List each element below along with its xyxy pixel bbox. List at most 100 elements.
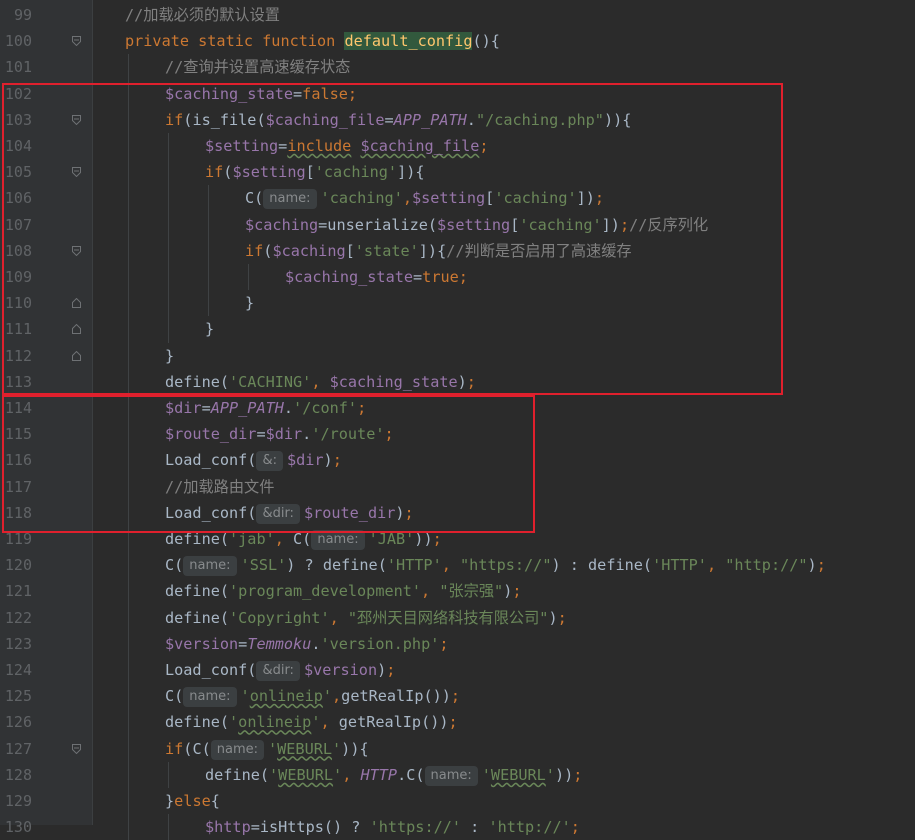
code-token: =isHttps() ? (250, 818, 370, 837)
code-token: ; (512, 582, 522, 601)
code-line[interactable]: 124 Load_conf(&dir: $version); (0, 657, 915, 683)
parameter-hint: name: (183, 687, 237, 708)
code-token: Load_conf( (165, 661, 257, 679)
code-line[interactable]: 99 //加载必须的默认设置 (0, 2, 915, 28)
code-token: )) (554, 765, 574, 784)
code-token: 'HTTP' (652, 556, 707, 575)
parameter-hint: name: (183, 556, 237, 577)
annotation-box-route (2, 395, 535, 533)
code-line[interactable]: 129}else{ (0, 788, 915, 814)
code-token: $version (165, 634, 239, 653)
code-token: onlineip (238, 713, 312, 732)
code-token: WEBURL (277, 739, 333, 758)
parameter-hint: name: (424, 765, 478, 786)
code-token: WEBURL (490, 765, 546, 784)
code-token: 'http://' (488, 818, 571, 837)
code-token: ; (450, 687, 461, 706)
line-number: 129 (4, 792, 32, 810)
code-line[interactable]: 121 define('program_development', "张宗强"); (0, 578, 915, 604)
code-token: 'program_development' (229, 582, 422, 601)
code-token: ; (570, 818, 580, 837)
annotation-box-caching (2, 83, 783, 395)
code-token: define( (205, 765, 270, 784)
code-token: 'HTTP' (386, 556, 442, 575)
code-token: "张宗强" (439, 582, 504, 601)
code-token: define( (165, 582, 230, 601)
code-token: getRealIp()) (341, 687, 451, 706)
code-line[interactable]: 123 $version=Temmoku.'version.php'; (0, 631, 915, 657)
code-token: ' (481, 765, 491, 784)
code-text: if(C(name: 'WEBURL')){ (165, 736, 369, 762)
code-token: (C( (183, 739, 211, 758)
code-text: private static function default_config()… (125, 28, 500, 54)
code-token: ) (503, 582, 513, 601)
code-token: ' (545, 765, 555, 784)
line-number: 124 (4, 661, 32, 679)
code-token: = (238, 634, 248, 653)
parameter-hint: &dir: (256, 661, 300, 681)
code-token: onlineip (249, 687, 323, 706)
code-token: define( (165, 713, 230, 732)
code-text: $http=isHttps() ? 'https://' : 'http://'… (205, 814, 580, 840)
code-token: { (210, 792, 220, 810)
code-text: //查询并设置高速缓存状态 (165, 54, 350, 80)
code-token: //加载必须的默认设置 (125, 6, 280, 24)
code-token: 'Copyright' (229, 608, 330, 627)
code-token: : (461, 818, 489, 837)
code-token: ; (386, 661, 396, 679)
code-token: if (165, 739, 184, 758)
code-token: ) (807, 556, 817, 575)
code-token: ; (439, 634, 449, 653)
code-line[interactable]: 125 C(name:'onlineip',getRealIp()); (0, 683, 915, 709)
code-text: define('WEBURL', HTTP.C(name: 'WEBURL')); (205, 762, 582, 788)
code-line[interactable]: 122 define('Copyright', "邳州天目网络科技有限公司"); (0, 605, 915, 631)
line-number: 123 (4, 634, 32, 653)
code-text: Load_conf(&dir: $version); (165, 657, 395, 683)
code-token: ; (557, 608, 567, 627)
code-token: C( (165, 556, 184, 575)
fold-open-icon[interactable] (72, 36, 81, 47)
parameter-hint: name: (311, 530, 365, 550)
line-number: 128 (4, 765, 32, 784)
code-token: "邳州天目网络科技有限公司" (347, 608, 549, 627)
code-text: //加载必须的默认设置 (125, 2, 280, 28)
line-number: 122 (4, 608, 32, 627)
code-line[interactable]: 128 define('WEBURL', HTTP.C(name: 'WEBURL'… (0, 762, 915, 788)
code-token: , (329, 608, 348, 627)
fold-open-icon[interactable] (72, 743, 81, 754)
code-line[interactable]: 100 private static function default_confi… (0, 28, 915, 54)
code-token: $http (205, 818, 251, 837)
code-token: else (174, 792, 211, 810)
line-number: 100 (4, 32, 32, 51)
line-number: 101 (4, 58, 32, 77)
code-token: $version (303, 661, 378, 679)
code-token: define( (165, 608, 230, 627)
code-token: ' (322, 687, 333, 706)
code-token: 'SSL' (240, 556, 287, 575)
code-line[interactable]: 101 //查询并设置高速缓存状态 (0, 54, 915, 80)
code-line[interactable]: 127 if(C(name: 'WEBURL')){ (0, 736, 915, 762)
code-token: ' (229, 713, 239, 732)
code-token: } (165, 792, 175, 810)
code-token: ) (548, 608, 558, 627)
code-line[interactable]: 120 C(name: 'SSL') ? define('HTTP', "https… (0, 552, 915, 578)
code-token: ) (377, 661, 387, 679)
code-token: ) ? define( (286, 556, 387, 575)
code-token: WEBURL (278, 765, 334, 784)
code-token: C( (165, 687, 184, 706)
code-line[interactable]: 130 $http=isHttps() ? 'https://' : 'http:… (0, 814, 915, 840)
code-text: C(name: 'SSL') ? define('HTTP', "https://… (165, 552, 826, 578)
code-token: ' (240, 687, 250, 706)
code-token: , (342, 765, 361, 784)
code-line[interactable]: 126 define('onlineip', getRealIp()); (0, 709, 915, 735)
parameter-hint: name: (210, 739, 264, 760)
code-token: , (441, 556, 461, 575)
code-token: , (421, 582, 440, 601)
code-token: ; (573, 765, 583, 784)
code-token: ) : define( (551, 556, 653, 575)
line-number: 127 (4, 739, 32, 758)
code-token: ' (333, 765, 343, 784)
code-text: define('program_development', "张宗强"); (165, 578, 522, 604)
code-token: HTTP (360, 765, 398, 784)
code-token: 'https://' (369, 818, 462, 837)
